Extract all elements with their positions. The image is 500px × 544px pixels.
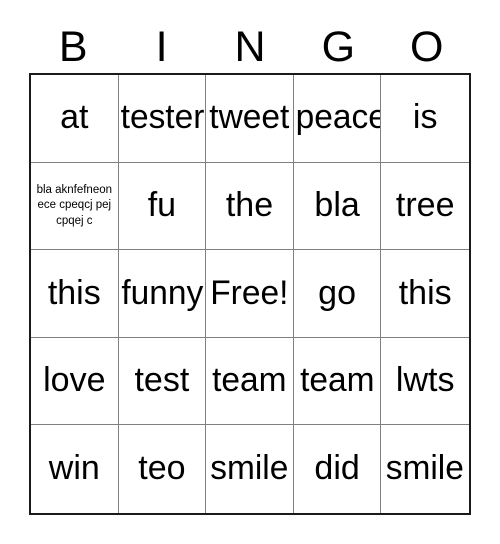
bingo-cell[interactable]: smile [381,425,469,513]
bingo-cell[interactable]: this [381,250,469,338]
bingo-cell-label: go [318,273,356,312]
bingo-cell-label: at [60,98,89,137]
bingo-cell-label: peace [295,98,382,137]
bingo-free-label: Free! [210,273,289,312]
bingo-cell[interactable]: smile [206,425,294,513]
bingo-cell-label: bla aknfefneon ece cpeqcj pej cpqej c [36,183,113,227]
bingo-cell-label: this [398,273,452,312]
bingo-cell[interactable]: at [31,75,119,163]
bingo-cell-label: tweet [209,98,290,137]
bingo-grid: at tester tweet peace is bla aknfefneon … [29,73,471,515]
bingo-cell[interactable]: tree [381,162,469,251]
bingo-cell-label: tester [120,98,204,137]
header-letter-i: I [155,23,168,71]
bingo-cell-label: team [299,361,375,400]
bingo-cell-label: tree [395,186,455,225]
bingo-cell[interactable]: peace [293,75,382,163]
bingo-cell-label: test [134,361,190,400]
bingo-cell[interactable]: the [206,162,294,251]
bingo-cell-label: love [43,361,106,400]
bingo-cell-label: this [47,273,101,312]
bingo-cell-label: team [212,361,287,400]
bingo-cell-label: is [412,98,438,137]
bingo-cell-label: lwts [395,361,455,400]
bingo-cell[interactable]: team [206,337,294,426]
bingo-header: B I N G O [29,22,471,73]
bingo-cell[interactable]: funny [118,250,207,338]
header-letter-o: O [410,23,444,71]
bingo-cell[interactable]: go [293,250,382,338]
bingo-cell[interactable]: tester [118,75,207,163]
bingo-cell-label: smile [386,449,465,488]
bingo-cell[interactable]: fu [118,162,207,251]
header-letter-b: B [58,23,88,71]
bingo-cell-label: win [48,449,100,488]
bingo-cell[interactable]: this [31,250,119,338]
bingo-free-cell[interactable]: Free! [206,250,294,338]
bingo-cell-label: funny [120,273,203,312]
bingo-cell[interactable]: bla [293,162,382,251]
bingo-cell[interactable]: did [293,425,382,513]
bingo-cell[interactable]: teo [118,425,207,513]
bingo-cell-label: bla [314,186,360,225]
bingo-cell[interactable]: bla aknfefneon ece cpeqcj pej cpqej c [31,162,119,251]
header-letter-g: G [321,23,356,71]
bingo-cell-label: the [225,186,274,225]
bingo-cell[interactable]: lwts [381,337,469,426]
header-letter-n: N [234,23,266,71]
bingo-cell[interactable]: love [31,337,119,426]
bingo-cell-label: fu [147,186,177,225]
bingo-card: B I N G O at tester tweet peace is bla a… [0,0,500,544]
bingo-cell-label: teo [138,449,186,488]
bingo-cell[interactable]: win [31,425,119,513]
bingo-cell[interactable]: tweet [206,75,294,163]
bingo-cell[interactable]: team [293,337,382,426]
bingo-cell-label: smile [210,449,289,488]
bingo-cell[interactable]: is [381,75,469,163]
bingo-cell[interactable]: test [118,337,207,426]
bingo-cell-label: did [314,449,360,488]
